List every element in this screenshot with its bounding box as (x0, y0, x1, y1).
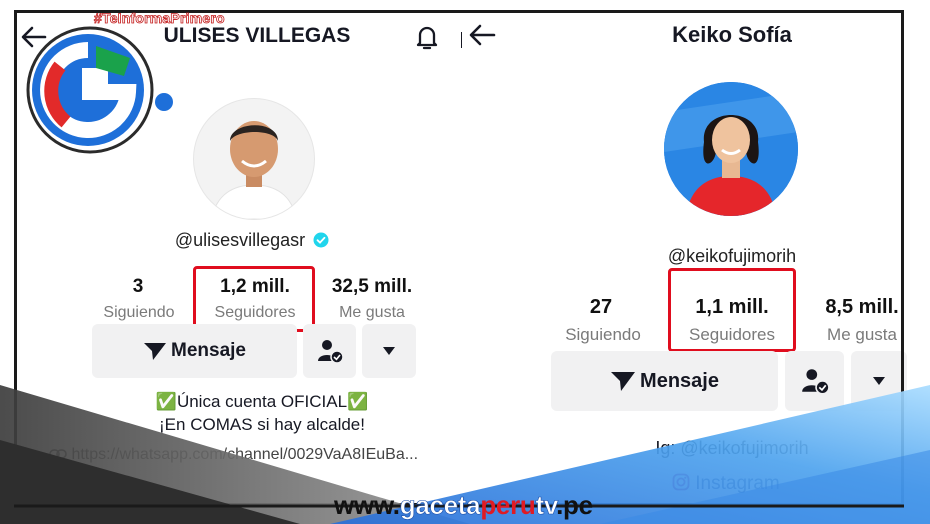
site-prefix: www. (334, 490, 400, 520)
site-gaceta: gaceta (399, 490, 481, 521)
hashtag-label: #TeInformaPrimero (94, 10, 225, 27)
site-tv: tv (535, 490, 557, 521)
site-peru: peru (480, 490, 536, 520)
gaceta-logo (26, 26, 173, 154)
site-watermark: www.gacetaperutv.pe (334, 490, 593, 521)
site-suffix: .pe (556, 490, 593, 520)
